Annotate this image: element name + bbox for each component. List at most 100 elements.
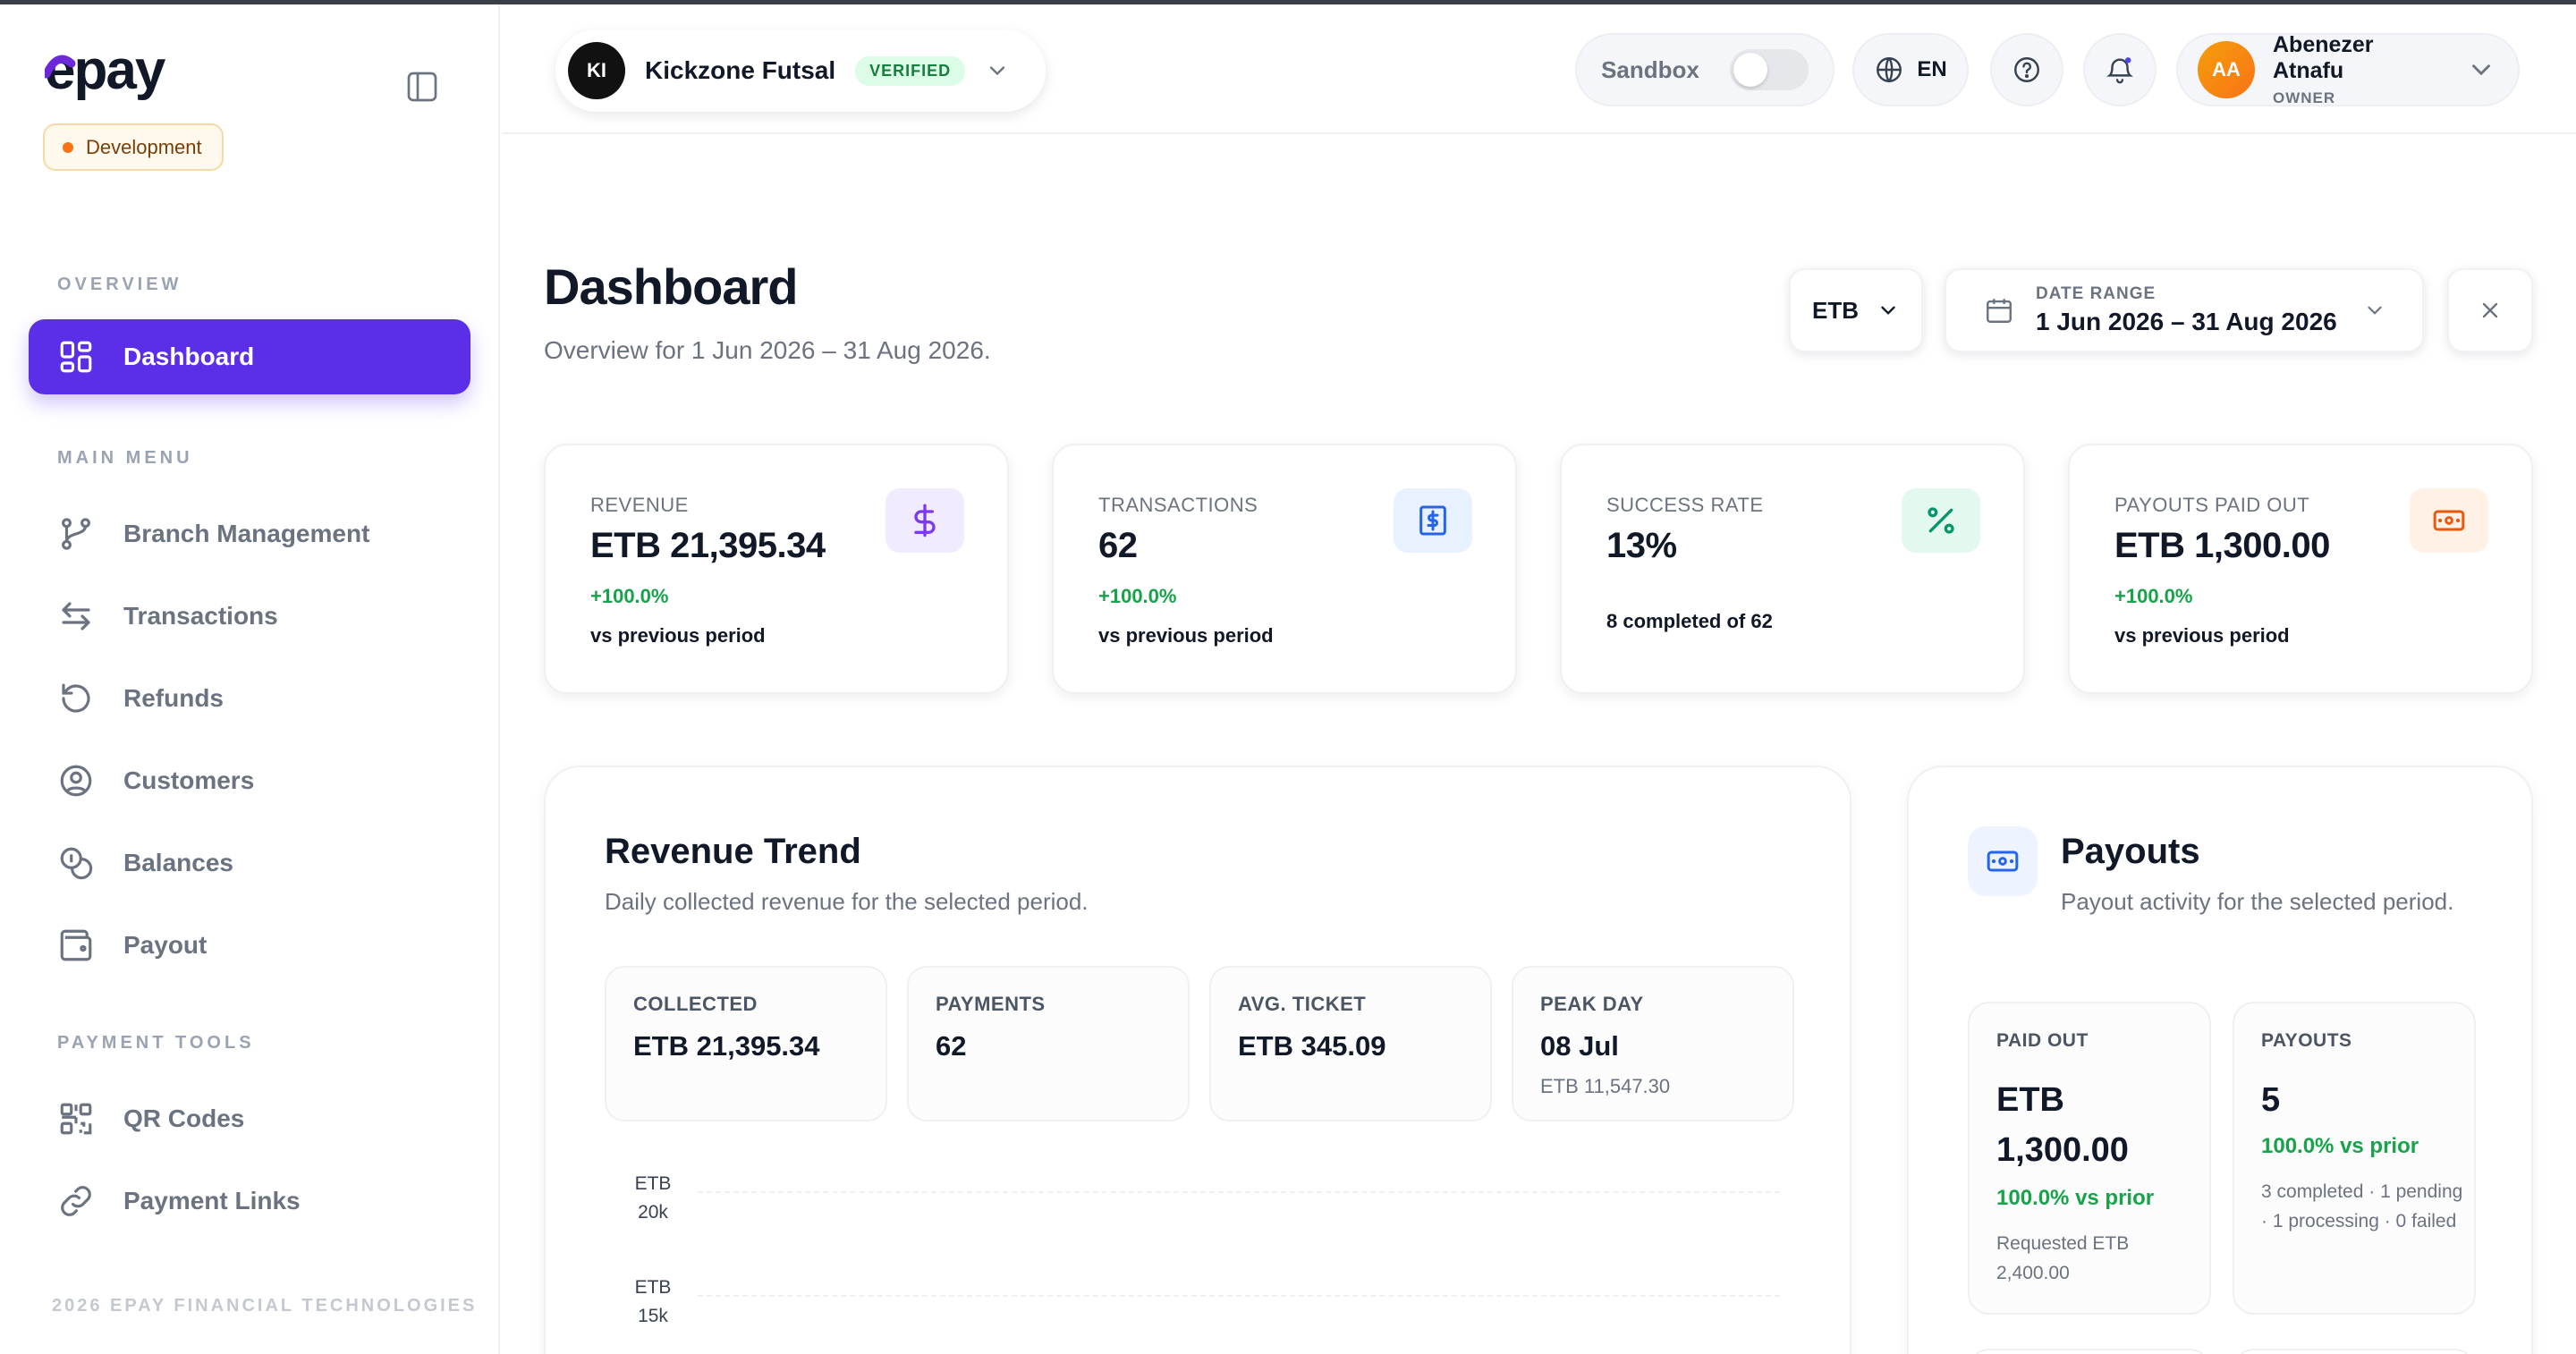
currency-selector[interactable]: ETB	[1789, 268, 1923, 352]
card-subtitle: Payout activity for the selected period.	[2061, 888, 2454, 915]
metric-label: PAYMENTS	[936, 993, 1046, 1015]
metric-note: ETB 11,547.30	[1540, 1075, 1671, 1097]
stat-label: SUCCESS RATE	[1606, 494, 1764, 516]
sidebar-item-payment-links[interactable]: Payment Links	[29, 1164, 470, 1239]
currency-value: ETB	[1812, 296, 1859, 324]
metric-collected: COLLECTED ETB 21,395.34	[605, 966, 887, 1121]
stat-value: ETB 1,300.00	[2114, 526, 2330, 565]
bell-icon	[2106, 57, 2133, 84]
page-title: Dashboard	[544, 258, 798, 315]
stat-note: 8 completed of 62	[1606, 610, 1773, 632]
sidebar-item-label: Transactions	[123, 602, 278, 630]
stat-note: vs previous period	[2114, 624, 2290, 647]
metric-value: ETB 345.09	[1238, 1030, 1386, 1062]
metric-change: 100.0% vs prior	[1996, 1186, 2155, 1210]
payouts-card: Payouts Payout activity for the selected…	[1907, 766, 2533, 1354]
sidebar-item-label: Payment Links	[123, 1187, 301, 1214]
grid-icon	[60, 341, 92, 373]
verified-badge: VERIFIED	[855, 55, 966, 86]
revenue-trend-card: Revenue Trend Daily collected revenue fo…	[544, 766, 1852, 1354]
stat-change: +100.0%	[1098, 585, 1177, 607]
chevron-down-icon	[2472, 64, 2490, 76]
sidebar-item-label: Payout	[123, 931, 208, 959]
globe-icon	[1877, 57, 1902, 82]
stat-value: 13%	[1606, 526, 1677, 565]
refund-icon	[62, 683, 90, 713]
user-circle-icon	[60, 765, 92, 797]
sidebar-item-label: Refunds	[123, 684, 224, 712]
y-axis-tick: ETB 15k	[634, 1277, 672, 1326]
stat-value: 62	[1098, 526, 1138, 565]
stat-card-success-rate: SUCCESS RATE 13% 8 completed of 62	[1560, 444, 2025, 694]
business-name: Kickzone Futsal	[645, 56, 836, 84]
top-header: KI Kickzone Futsal VERIFIED Sandbox EN A…	[502, 4, 2576, 134]
banknote-icon	[1968, 826, 2038, 896]
stat-label: TRANSACTIONS	[1098, 494, 1258, 516]
banknote-icon	[2410, 488, 2488, 553]
chevron-down-icon	[990, 66, 1005, 76]
date-range-value: 1 Jun 2026 – 31 Aug 2026	[2036, 308, 2337, 335]
sidebar-collapse-icon[interactable]	[404, 69, 440, 105]
metric-value: 5	[2261, 1081, 2281, 1119]
clear-filter-button[interactable]	[2447, 268, 2533, 352]
sidebar-item-branch-management[interactable]: Branch Management	[29, 496, 470, 571]
stat-card-transactions: TRANSACTIONS 62 +100.0% vs previous peri…	[1052, 444, 1517, 694]
avatar: AA	[2198, 41, 2255, 98]
sidebar-item-label: Dashboard	[123, 343, 255, 370]
notifications-button[interactable]	[2083, 33, 2157, 106]
metric-payouts-count: PAYOUTS 5 100.0% vs prior 3 completed · …	[2233, 1002, 2476, 1315]
sandbox-toggle[interactable]	[1729, 49, 1809, 90]
sidebar-item-dashboard[interactable]: Dashboard	[29, 319, 470, 394]
date-range-label: DATE RANGE	[2036, 284, 2157, 303]
stat-card-revenue: REVENUE ETB 21,395.34 +100.0% vs previou…	[544, 444, 1009, 694]
metric-note: Requested ETB 2,400.00	[1996, 1233, 2130, 1283]
stat-label: PAYOUTS PAID OUT	[2114, 494, 2310, 516]
wallet-icon	[60, 929, 92, 961]
metric-label: AVG. TICKET	[1238, 993, 1367, 1015]
environment-label: Development	[86, 135, 202, 158]
business-switcher[interactable]: KI Kickzone Futsal VERIFIED	[555, 30, 1046, 112]
metric-change: 100.0% vs prior	[2261, 1134, 2419, 1158]
next-metric-card	[2233, 1349, 2476, 1354]
sidebar-item-payout[interactable]: Payout	[29, 908, 470, 983]
chevron-down-icon	[1881, 306, 1895, 315]
coins-icon	[60, 847, 93, 880]
metric-label: PEAK DAY	[1540, 993, 1644, 1015]
metric-note: 3 completed · 1 pending · 1 processing ·…	[2261, 1181, 2463, 1231]
calendar-icon	[1987, 299, 2012, 323]
sidebar-item-transactions[interactable]: Transactions	[29, 579, 470, 654]
stat-card-payouts-paid-out: PAYOUTS PAID OUT ETB 1,300.00 +100.0% vs…	[2068, 444, 2533, 694]
dollar-icon	[886, 488, 964, 553]
link-icon	[61, 1186, 91, 1216]
metric-label: PAID OUT	[1996, 1030, 2089, 1051]
sidebar-item-customers[interactable]: Customers	[29, 743, 470, 818]
metric-value: ETB 1,300.00	[1996, 1081, 2129, 1169]
status-dot	[63, 141, 73, 153]
sidebar: epay Development OVERVIEW Dashboard MAIN…	[0, 4, 500, 1354]
user-menu[interactable]: AA Abenezer Atnafu OWNER	[2176, 32, 2520, 106]
stat-value: ETB 21,395.34	[590, 526, 826, 565]
language-selector[interactable]: EN	[1852, 33, 1969, 106]
language-code: EN	[1917, 57, 1947, 81]
page-subtitle: Overview for 1 Jun 2026 – 31 Aug 2026.	[544, 336, 991, 364]
metric-value: 62	[936, 1030, 967, 1062]
user-role: OWNER	[2273, 89, 2336, 106]
next-metric-card	[1968, 1349, 2211, 1354]
metric-label: PAYOUTS	[2261, 1030, 2352, 1051]
qr-icon	[60, 1103, 92, 1135]
sidebar-item-qr-codes[interactable]: QR Codes	[29, 1081, 470, 1156]
metric-peak-day: PEAK DAY 08 Jul ETB 11,547.30	[1512, 966, 1794, 1121]
date-range-picker[interactable]: DATE RANGE 1 Jun 2026 – 31 Aug 2026	[1945, 268, 2424, 352]
sidebar-item-refunds[interactable]: Refunds	[29, 661, 470, 736]
metric-value: 08 Jul	[1540, 1030, 1619, 1062]
sidebar-item-balances[interactable]: Balances	[29, 825, 470, 901]
card-title: Payouts	[2061, 832, 2200, 871]
metric-payments: PAYMENTS 62	[907, 966, 1190, 1121]
card-subtitle: Daily collected revenue for the selected…	[605, 888, 1089, 915]
svg-text:epay: epay	[45, 42, 166, 101]
business-avatar: KI	[568, 42, 625, 99]
copyright-footer: 2026 EPAY FINANCIAL TECHNOLOGIES	[52, 1296, 478, 1316]
sidebar-item-label: QR Codes	[123, 1104, 245, 1132]
help-button[interactable]	[1990, 33, 2063, 106]
section-label-main-menu: MAIN MENU	[57, 448, 193, 468]
